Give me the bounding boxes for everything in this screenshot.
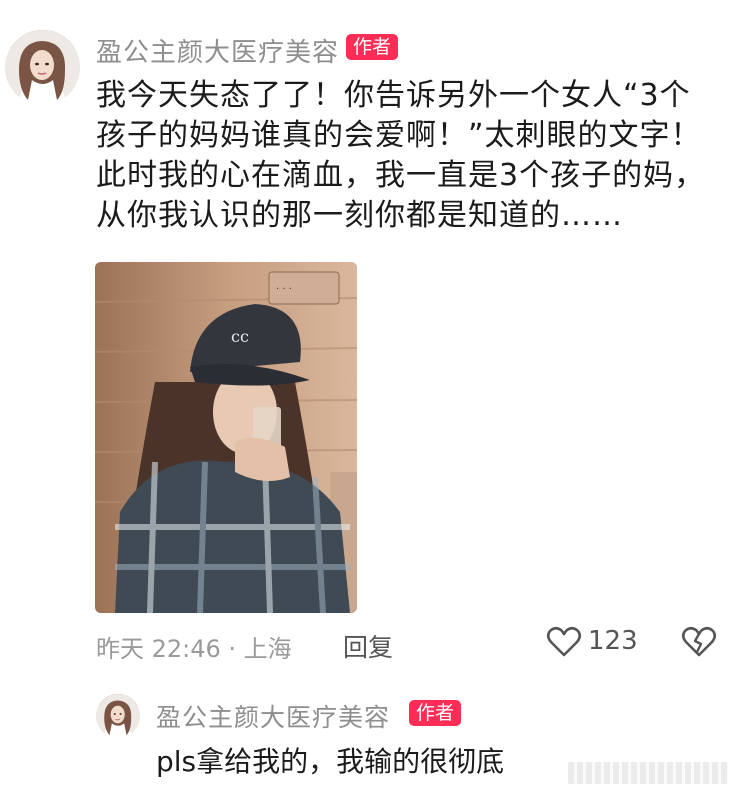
comment-timestamp: 昨天 22:46 · 上海: [96, 635, 292, 663]
heart-outline-icon[interactable]: [546, 626, 582, 658]
reply-username[interactable]: 盈公主颜大医疗美容: [156, 698, 390, 734]
comment-text-line: 我今天失态了了！你告诉另外一个女人“3个: [96, 78, 691, 113]
author-badge: 作者: [346, 34, 399, 60]
reply-author-avatar[interactable]: [96, 694, 140, 738]
comment-username[interactable]: 盈公主颜大医疗美容: [96, 32, 339, 69]
comment-text-line: 孩子的妈妈谁真的会爱啊！”太刺眼的文字！: [96, 118, 702, 153]
watermark: [568, 762, 728, 784]
comment-text-line: 此时我的心在滴血，我一直是3个孩子的妈，: [96, 158, 706, 193]
reply-button[interactable]: 回复: [343, 628, 393, 664]
like-count: 123: [588, 626, 638, 656]
svg-text:ⅽⅽ: ⅽⅽ: [231, 327, 249, 346]
reply-text[interactable]: pls拿给我的，我输的很彻底: [156, 744, 504, 780]
comment-photo[interactable]: · · · ⅽⅽ: [95, 262, 357, 613]
author-avatar[interactable]: [5, 30, 80, 105]
comment-text[interactable]: 我今天失态了了！你告诉另外一个女人“3个 孩子的妈妈谁真的会爱啊！”太刺眼的文字…: [96, 76, 726, 236]
comment-text-line: 从你我认识的那一刻你都是知道的……: [96, 198, 623, 233]
broken-heart-icon[interactable]: [681, 626, 717, 658]
reply-author-badge: 作者: [409, 700, 462, 726]
svg-text:· · ·: · · ·: [276, 284, 292, 295]
